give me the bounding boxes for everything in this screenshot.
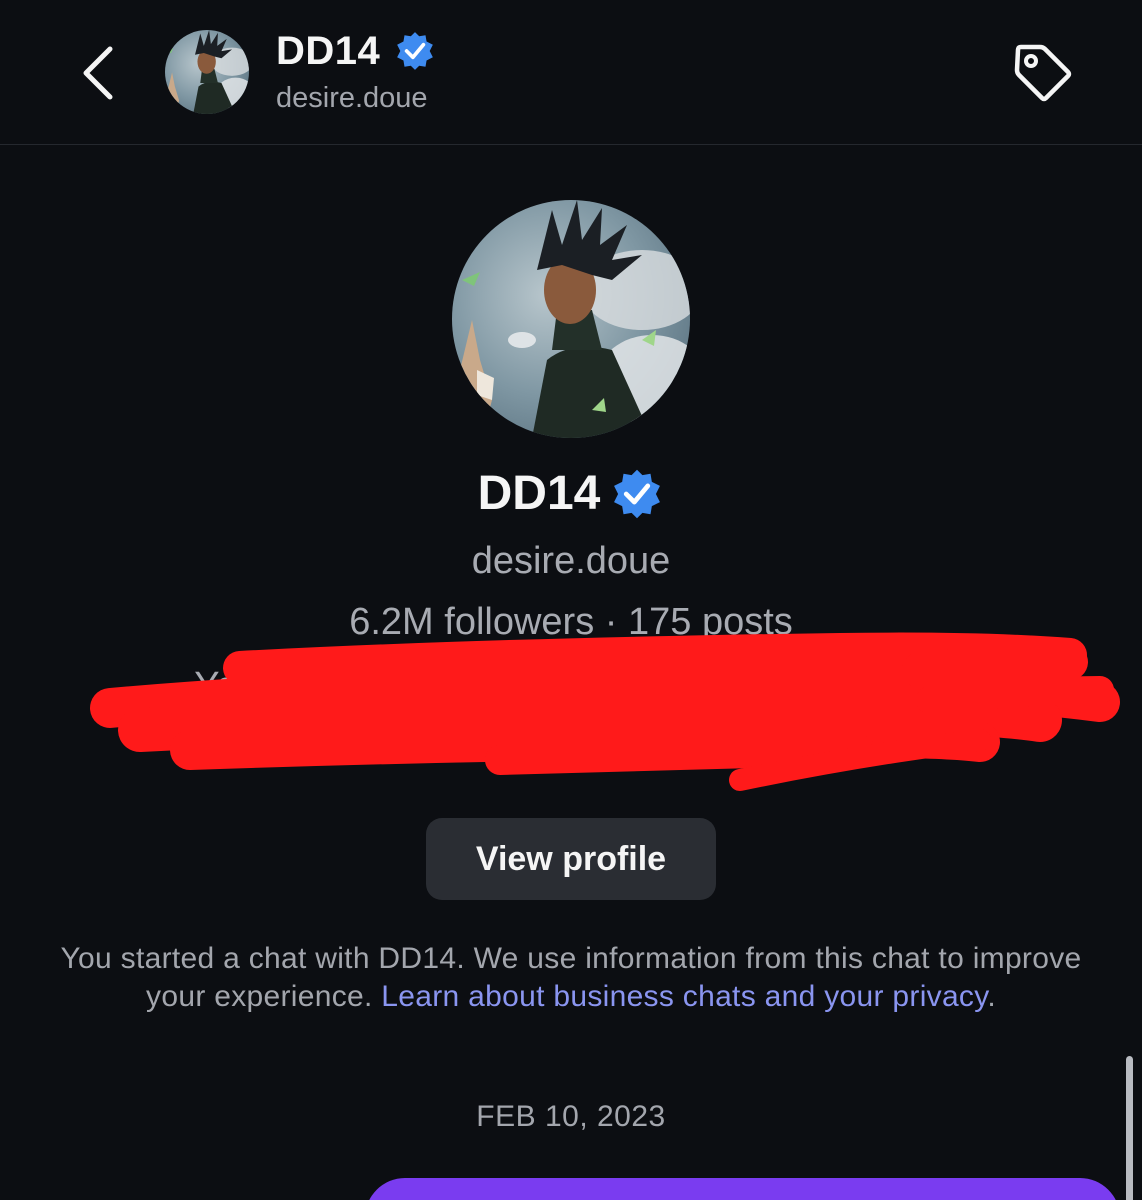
chat-header: DD14 desire.doue bbox=[0, 0, 1142, 145]
profile-stats: 6.2M followers · 175 posts bbox=[349, 601, 793, 643]
tag-button[interactable] bbox=[1008, 40, 1078, 106]
scrollbar[interactable] bbox=[1126, 1056, 1133, 1200]
privacy-link[interactable]: Learn about business chats and your priv… bbox=[381, 980, 987, 1013]
header-avatar[interactable] bbox=[165, 30, 249, 114]
tag-icon bbox=[1014, 44, 1072, 102]
profile-avatar-illustration bbox=[452, 200, 690, 438]
view-profile-button[interactable]: View profile bbox=[426, 818, 716, 900]
header-title[interactable]: DD14 bbox=[276, 26, 436, 76]
profile-title: DD14 bbox=[0, 466, 1142, 521]
header-username: desire.doue bbox=[276, 82, 428, 114]
profile-notice: You've followed this Instagram account s… bbox=[95, 658, 1047, 778]
chat-info-text: You started a chat with DD14. We use inf… bbox=[30, 940, 1112, 1016]
profile-notice-line1: You've followed this Instagram account s… bbox=[194, 665, 948, 707]
header-name: DD14 bbox=[276, 28, 381, 73]
verified-badge-icon bbox=[614, 469, 661, 518]
chat-screen: DD14 desire.doue DD14 desire.doue 6.2M f… bbox=[0, 0, 1142, 1200]
chat-info-end: . bbox=[987, 980, 996, 1013]
profile-avatar[interactable] bbox=[452, 200, 690, 438]
message-bubble[interactable] bbox=[365, 1178, 1120, 1200]
date-separator: FEB 10, 2023 bbox=[476, 1100, 666, 1133]
verified-badge-icon bbox=[397, 32, 434, 70]
profile-name: DD14 bbox=[477, 467, 601, 520]
chevron-left-icon bbox=[83, 46, 113, 100]
avatar-illustration bbox=[165, 30, 249, 114]
back-button[interactable] bbox=[68, 40, 128, 106]
profile-username: desire.doue bbox=[471, 540, 671, 582]
